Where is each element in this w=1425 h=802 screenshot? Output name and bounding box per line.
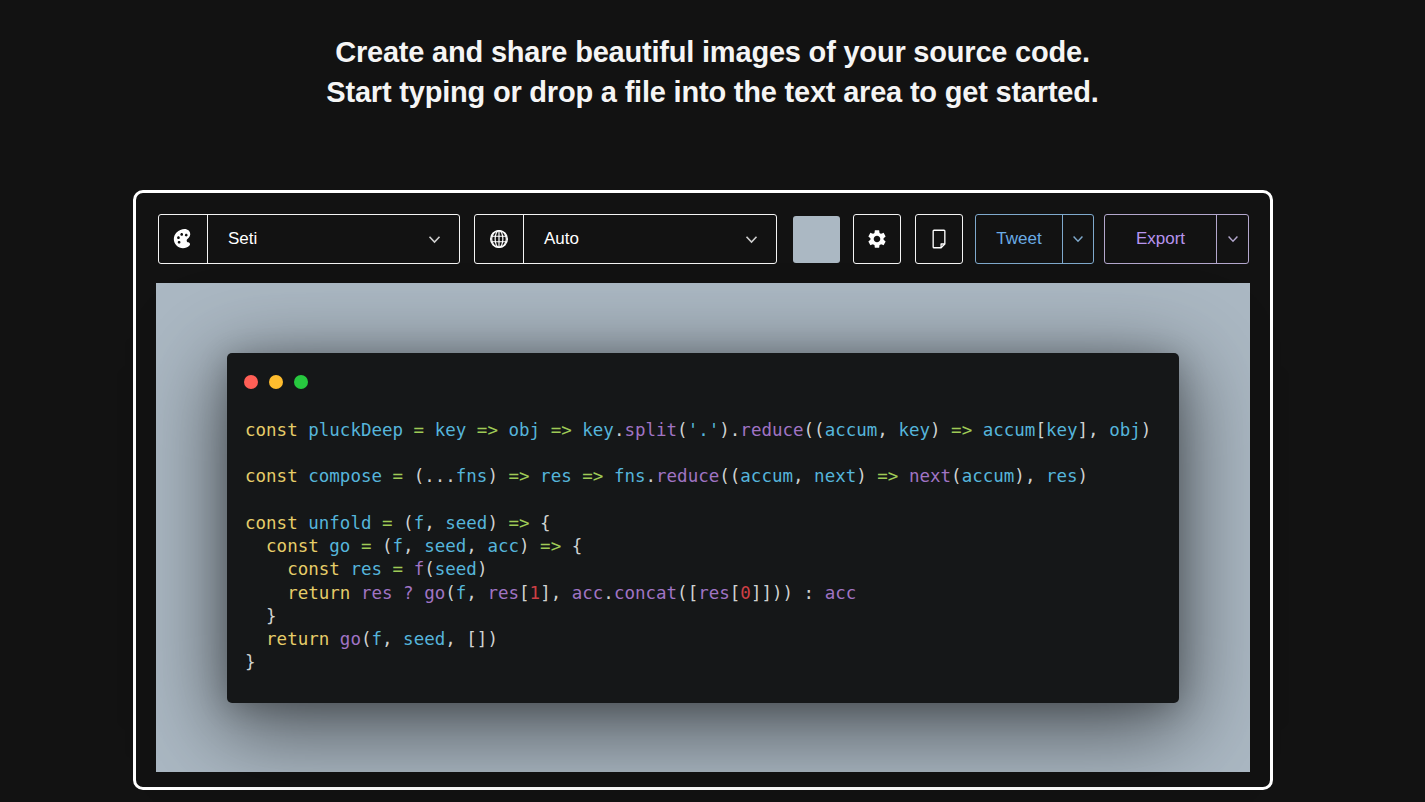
- globe-icon: [475, 215, 524, 263]
- background-swatch[interactable]: [793, 216, 840, 263]
- page-subtitle-line2: Start typing or drop a file into the tex…: [0, 72, 1425, 112]
- theme-select[interactable]: Seti: [158, 214, 460, 264]
- page: Create and share beautiful images of you…: [0, 0, 1425, 802]
- code-editor[interactable]: const pluckDeep = key => obj => key.spli…: [245, 419, 1151, 675]
- settings-button[interactable]: [853, 214, 901, 264]
- chevron-down-icon: [428, 235, 459, 244]
- code-line: [245, 442, 1151, 465]
- language-select-value: Auto: [524, 229, 745, 249]
- code-line: const res = f(seed): [245, 558, 1151, 581]
- code-line: const pluckDeep = key => obj => key.spli…: [245, 419, 1151, 442]
- export-dropdown-toggle[interactable]: [1216, 215, 1248, 263]
- toolbar: Seti Auto: [158, 214, 1249, 264]
- copy-button[interactable]: [915, 214, 963, 264]
- export-button-label[interactable]: Export: [1105, 215, 1216, 263]
- window-dot-maximize: [294, 375, 308, 389]
- tweet-dropdown-toggle[interactable]: [1062, 215, 1093, 263]
- code-line: }: [245, 651, 1151, 674]
- code-window: const pluckDeep = key => obj => key.spli…: [227, 353, 1179, 703]
- gear-icon: [866, 228, 888, 250]
- window-controls: [244, 375, 319, 389]
- theme-select-value: Seti: [208, 229, 428, 249]
- code-line: const go = (f, seed, acc) => {: [245, 535, 1151, 558]
- page-subtitle: Create and share beautiful images of you…: [0, 32, 1425, 112]
- code-line: [245, 488, 1151, 511]
- code-line: return go(f, seed, []): [245, 628, 1151, 651]
- code-line: }: [245, 605, 1151, 628]
- window-dot-minimize: [269, 375, 283, 389]
- tweet-button-label[interactable]: Tweet: [976, 215, 1062, 263]
- code-line: const unfold = (f, seed) => {: [245, 512, 1151, 535]
- preview-area[interactable]: const pluckDeep = key => obj => key.spli…: [156, 283, 1250, 772]
- tweet-button[interactable]: Tweet: [975, 214, 1094, 264]
- palette-icon: [159, 215, 208, 263]
- editor-container: Seti Auto: [133, 190, 1273, 790]
- code-line: const compose = (...fns) => res => fns.r…: [245, 465, 1151, 488]
- export-button[interactable]: Export: [1104, 214, 1249, 264]
- chevron-down-icon: [745, 235, 776, 244]
- document-icon: [929, 228, 949, 250]
- page-subtitle-line1: Create and share beautiful images of you…: [0, 32, 1425, 72]
- language-select[interactable]: Auto: [474, 214, 777, 264]
- code-line: return res ? go(f, res[1], acc.concat([r…: [245, 582, 1151, 605]
- window-dot-close: [244, 375, 258, 389]
